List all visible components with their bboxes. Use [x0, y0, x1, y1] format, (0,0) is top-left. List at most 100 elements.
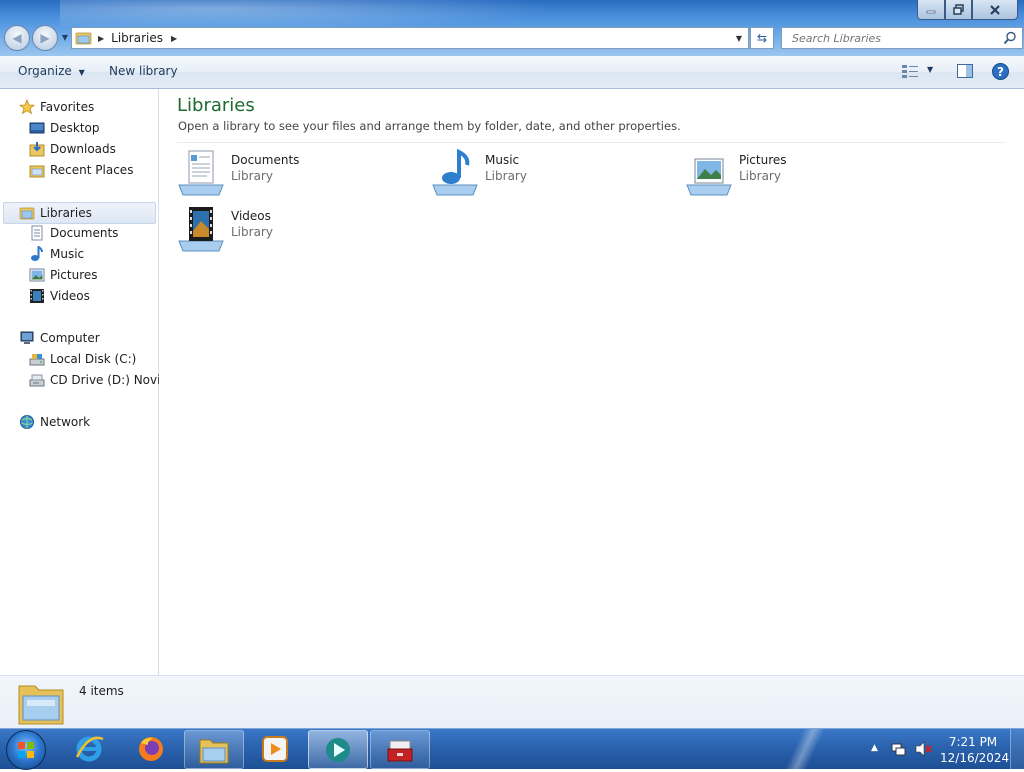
organize-dropdown-icon: ▼	[78, 68, 85, 77]
address-history-dropdown[interactable]: ▼	[730, 28, 748, 48]
nav-music[interactable]: Music	[29, 244, 84, 264]
nav-recent-places[interactable]: Recent Places	[29, 160, 133, 180]
refresh-icon: ⇆	[756, 31, 768, 45]
videos-library-icon	[178, 207, 224, 252]
view-dropdown-icon[interactable]: ▼	[927, 65, 933, 74]
network-tray-icon[interactable]	[890, 741, 906, 760]
favorites-star-icon	[19, 99, 35, 115]
show-hidden-icons-button[interactable]: ▲	[871, 743, 878, 753]
volume-muted-icon[interactable]	[915, 741, 933, 760]
recent-pages-dropdown[interactable]: ▼	[60, 25, 70, 49]
preview-pane-icon	[957, 64, 973, 78]
search-input[interactable]	[790, 30, 994, 46]
nav-computer-label: Computer	[40, 331, 100, 345]
nav-libraries-label: Libraries	[40, 206, 92, 220]
nav-documents[interactable]: Documents	[29, 223, 118, 243]
organize-menu-button[interactable]: Organize ▼	[18, 64, 85, 78]
organize-label: Organize	[18, 64, 72, 78]
taskbar-windows-explorer[interactable]	[184, 730, 244, 769]
close-button[interactable]	[972, 0, 1018, 20]
nav-music-label: Music	[50, 247, 85, 261]
nav-network-label: Network	[40, 415, 91, 429]
libraries-icon	[19, 205, 35, 221]
library-videos-kind: Library	[231, 225, 273, 239]
forward-button[interactable]: ▶	[32, 25, 58, 51]
library-pictures[interactable]: Pictures Library	[685, 149, 925, 201]
refresh-button[interactable]: ⇆	[750, 27, 774, 49]
window-frame: ◀ ▶ ▼ ▶ Libraries ▶ ▼ ⇆	[0, 0, 1024, 56]
nav-favorites-label: Favorites	[40, 100, 95, 114]
windows-logo-icon	[18, 742, 34, 758]
taskbar-glare	[760, 729, 850, 769]
search-icon[interactable]	[1003, 31, 1017, 45]
nav-videos[interactable]: Videos	[29, 286, 90, 306]
recent-places-icon	[29, 162, 45, 178]
media-player-icon	[262, 735, 288, 762]
nav-downloads[interactable]: Downloads	[29, 139, 116, 159]
restore-button[interactable]	[945, 0, 972, 20]
search-box[interactable]	[781, 27, 1023, 49]
clock-time: 7:21 PM	[948, 735, 998, 749]
breadcrumb-separator-icon: ▶	[98, 33, 105, 43]
start-button[interactable]	[6, 730, 46, 770]
nav-pictures-label: Pictures	[50, 268, 98, 282]
command-bar: Organize ▼ New library ▼ ?	[0, 56, 1024, 89]
library-music-kind: Library	[485, 169, 527, 183]
computer-icon	[19, 330, 35, 346]
music-icon	[29, 246, 45, 262]
new-library-label: New library	[109, 64, 178, 78]
taskbar-internet-explorer[interactable]	[60, 730, 118, 767]
restore-icon	[952, 4, 964, 15]
breadcrumb-libraries[interactable]: Libraries	[111, 31, 163, 45]
library-documents[interactable]: Documents Library	[177, 149, 417, 201]
window-controls	[917, 0, 1018, 20]
address-bar[interactable]: ▶ Libraries ▶ ▼	[71, 27, 749, 49]
frame-sheen	[60, 0, 560, 30]
downloads-icon	[29, 141, 45, 157]
nav-pictures[interactable]: Pictures	[29, 265, 98, 285]
windows-explorer-icon	[199, 739, 229, 763]
new-library-button[interactable]: New library	[109, 64, 178, 78]
header-divider	[177, 142, 1005, 143]
taskbar-toolbox-app[interactable]	[370, 730, 430, 769]
library-videos[interactable]: Videos Library	[177, 205, 417, 257]
close-icon	[990, 4, 1000, 15]
toolbox-app-icon	[387, 740, 413, 761]
pictures-library-icon	[686, 158, 732, 196]
nav-cd-drive[interactable]: CD Drive (D:) Novide	[29, 370, 175, 390]
nav-local-disk-label: Local Disk (C:)	[50, 352, 137, 366]
show-desktop-button[interactable]	[1010, 729, 1024, 769]
navigation-buttons: ◀ ▶ ▼	[4, 25, 70, 51]
nav-computer[interactable]: Computer	[19, 328, 100, 348]
back-arrow-icon: ◀	[12, 31, 22, 45]
help-icon: ?	[992, 63, 1009, 80]
nav-libraries[interactable]: Libraries	[3, 202, 156, 224]
preview-pane-button[interactable]	[957, 64, 973, 81]
taskbar-media-app[interactable]	[308, 730, 368, 769]
taskbar-clock[interactable]: 7:21 PM 12/16/2024	[940, 734, 1010, 766]
taskbar-firefox[interactable]	[122, 730, 180, 767]
nav-desktop[interactable]: Desktop	[29, 118, 100, 138]
nav-cd-drive-label: CD Drive (D:) Novide	[50, 373, 176, 387]
nav-favorites[interactable]: Favorites	[19, 97, 94, 117]
documents-library-icon	[178, 150, 224, 196]
change-view-button[interactable]	[902, 64, 918, 81]
cd-drive-icon	[29, 372, 45, 388]
nav-local-disk[interactable]: Local Disk (C:)	[29, 349, 136, 369]
nav-network[interactable]: Network	[19, 412, 90, 432]
breadcrumb-chevron-icon[interactable]: ▶	[171, 34, 177, 43]
library-pictures-kind: Library	[739, 169, 781, 183]
view-options-icon	[902, 65, 918, 78]
clock-date: 12/16/2024	[940, 751, 1010, 765]
help-button[interactable]: ?	[992, 63, 1009, 83]
library-videos-name: Videos	[231, 209, 271, 223]
documents-icon	[29, 225, 45, 241]
network-icon	[19, 414, 35, 430]
details-pane: 4 items	[0, 675, 1024, 729]
back-button[interactable]: ◀	[4, 25, 30, 51]
library-music[interactable]: Music Library	[431, 149, 671, 201]
navigation-pane: Favorites Desktop Downloads Recent Place…	[0, 89, 175, 675]
nav-downloads-label: Downloads	[50, 142, 116, 156]
minimize-button[interactable]	[917, 0, 945, 20]
taskbar-media-player[interactable]	[246, 730, 304, 767]
